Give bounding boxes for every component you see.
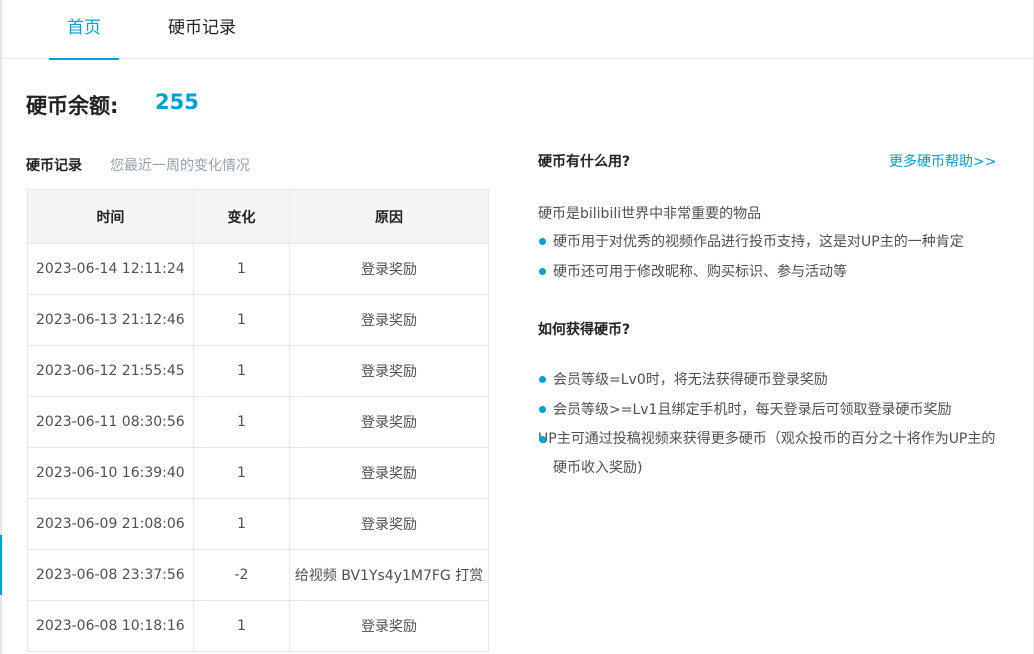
- cell-change: 1: [192, 294, 291, 346]
- cell-reason: 登录奖励: [289, 498, 489, 550]
- balance-value: 255: [155, 90, 199, 114]
- cell-time: 2023-06-14 12:11:24: [27, 243, 194, 295]
- use-item: 硬币还可用于修改昵称、购买标识、参与活动等: [538, 262, 847, 282]
- scroll-accent: [0, 535, 2, 595]
- active-tab-underline: [49, 58, 119, 60]
- get-item-text: UP主可通过投稿视频来获得更多硬币（观众投币的百分之十将作为UP主的硬币收入奖励…: [538, 431, 996, 476]
- table-row: 2023-06-13 21:12:46 1 登录奖励: [27, 294, 489, 346]
- cell-reason: 登录奖励: [289, 243, 489, 295]
- cell-reason: 登录奖励: [289, 447, 489, 499]
- table-header-row: 时间 变化 原因: [27, 189, 489, 244]
- column-header-reason: 原因: [289, 189, 489, 244]
- table-row: 2023-06-08 10:18:16 1 登录奖励: [27, 600, 489, 652]
- cell-time: 2023-06-08 23:37:56: [27, 549, 194, 601]
- tab-bar: 首页 硬币记录: [2, 0, 1033, 60]
- column-header-change: 变化: [192, 189, 291, 244]
- tab-coin-records-label: 硬币记录: [168, 18, 236, 38]
- table-row: 2023-06-14 12:11:24 1 登录奖励: [27, 243, 489, 295]
- cell-time: 2023-06-13 21:12:46: [27, 294, 194, 346]
- tab-home[interactable]: 首页: [49, 0, 119, 60]
- cell-time: 2023-06-08 10:18:16: [27, 600, 194, 652]
- get-item-text: 会员等级=Lv0时，将无法获得硬币登录奖励: [553, 372, 828, 388]
- cell-change: 1: [192, 498, 291, 550]
- cell-change: 1: [192, 600, 291, 652]
- cell-reason: 登录奖励: [289, 396, 489, 448]
- cell-time: 2023-06-09 21:08:06: [27, 498, 194, 550]
- bullet-dot-icon: [539, 436, 546, 443]
- bullet-dot-icon: [539, 406, 546, 413]
- cell-change: 1: [192, 396, 291, 448]
- bullet-dot-icon: [539, 238, 546, 245]
- tab-home-label: 首页: [67, 18, 101, 38]
- cell-change: 1: [192, 345, 291, 397]
- cell-change: 1: [192, 447, 291, 499]
- get-item: 会员等级=Lv0时，将无法获得硬币登录奖励: [538, 370, 828, 390]
- cell-change: 1: [192, 243, 291, 295]
- balance-label: 硬币余额:: [26, 94, 119, 118]
- cell-change: -2: [192, 549, 291, 601]
- table-row: 2023-06-10 16:39:40 1 登录奖励: [27, 447, 489, 499]
- cell-time: 2023-06-12 21:55:45: [27, 345, 194, 397]
- coin-get-heading: 如何获得硬币?: [538, 322, 631, 338]
- cell-reason: 给视频 BV1Ys4y1M7FG 打赏: [289, 549, 489, 601]
- table-row: 2023-06-11 08:30:56 1 登录奖励: [27, 396, 489, 448]
- bullet-dot-icon: [539, 376, 546, 383]
- cell-reason: 登录奖励: [289, 600, 489, 652]
- table-row: 2023-06-09 21:08:06 1 登录奖励: [27, 498, 489, 550]
- records-table: 时间 变化 原因 2023-06-14 12:11:24 1 登录奖励 2023-06…: [27, 189, 489, 652]
- records-title: 硬币记录: [26, 158, 82, 174]
- cell-time: 2023-06-11 08:30:56: [27, 396, 194, 448]
- use-item-text: 硬币用于对优秀的视频作品进行投币支持，这是对UP主的一种肯定: [553, 234, 964, 250]
- get-item: UP主可通过投稿视频来获得更多硬币（观众投币的百分之十将作为UP主的硬币收入奖励…: [538, 425, 1008, 483]
- bullet-dot-icon: [539, 268, 546, 275]
- cell-reason: 登录奖励: [289, 345, 489, 397]
- coin-intro-text: 硬币是bilibili世界中非常重要的物品: [538, 206, 762, 222]
- cell-time: 2023-06-10 16:39:40: [27, 447, 194, 499]
- coin-use-heading: 硬币有什么用?: [538, 154, 631, 170]
- tab-coin-records[interactable]: 硬币记录: [152, 0, 252, 59]
- get-item-text: 会员等级>=Lv1且绑定手机时，每天登录后可领取登录硬币奖励: [553, 402, 952, 418]
- column-header-time: 时间: [27, 189, 194, 244]
- cell-reason: 登录奖励: [289, 294, 489, 346]
- table-row: 2023-06-12 21:55:45 1 登录奖励: [27, 345, 489, 397]
- use-item: 硬币用于对优秀的视频作品进行投币支持，这是对UP主的一种肯定: [538, 232, 964, 252]
- use-item-text: 硬币还可用于修改昵称、购买标识、参与活动等: [553, 264, 847, 280]
- records-subtitle: 您最近一周的变化情况: [110, 158, 250, 174]
- get-item: 会员等级>=Lv1且绑定手机时，每天登录后可领取登录硬币奖励: [538, 400, 951, 420]
- more-coin-help-link[interactable]: 更多硬币帮助>>: [889, 151, 996, 171]
- table-row: 2023-06-08 23:37:56 -2 给视频 BV1Ys4y1M7FG 打赏: [27, 549, 489, 601]
